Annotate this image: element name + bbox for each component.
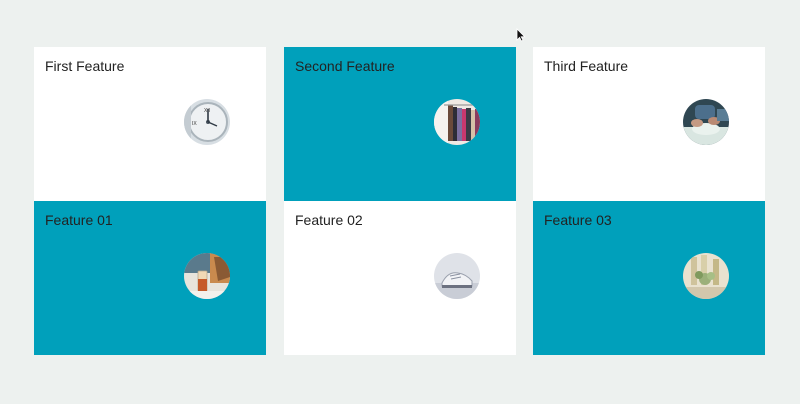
- feature-title: Third Feature: [544, 58, 629, 74]
- sneaker-photo-thumbnail: [434, 253, 480, 299]
- drink-glass-photo-thumbnail: [184, 253, 230, 299]
- feature-card-02[interactable]: Feature 02: [284, 201, 516, 355]
- feature-card-first[interactable]: First Feature XII IX: [34, 47, 266, 201]
- feature-title: Feature 02: [295, 212, 363, 228]
- svg-text:XII: XII: [204, 108, 210, 114]
- plant-bottles-photo-thumbnail: [683, 253, 729, 299]
- feature-title: Feature 03: [544, 212, 612, 228]
- feature-card-01[interactable]: Feature 01: [34, 201, 266, 355]
- feature-card-third[interactable]: Third Feature: [533, 47, 765, 201]
- feature-card-03[interactable]: Feature 03: [533, 201, 765, 355]
- feature-title: First Feature: [45, 58, 125, 74]
- feature-card-second[interactable]: Second Feature: [284, 47, 516, 201]
- hands-working-photo-thumbnail: [683, 99, 729, 145]
- svg-text:IX: IX: [192, 121, 197, 127]
- mouse-cursor-icon: [516, 28, 526, 42]
- feature-title: Feature 01: [45, 212, 113, 228]
- feature-grid: First Feature XII IX Second Feature Thir…: [34, 47, 766, 355]
- feature-title: Second Feature: [295, 58, 395, 74]
- clothing-rack-photo-thumbnail: [434, 99, 480, 145]
- clock-photo-thumbnail: XII IX: [184, 99, 230, 145]
